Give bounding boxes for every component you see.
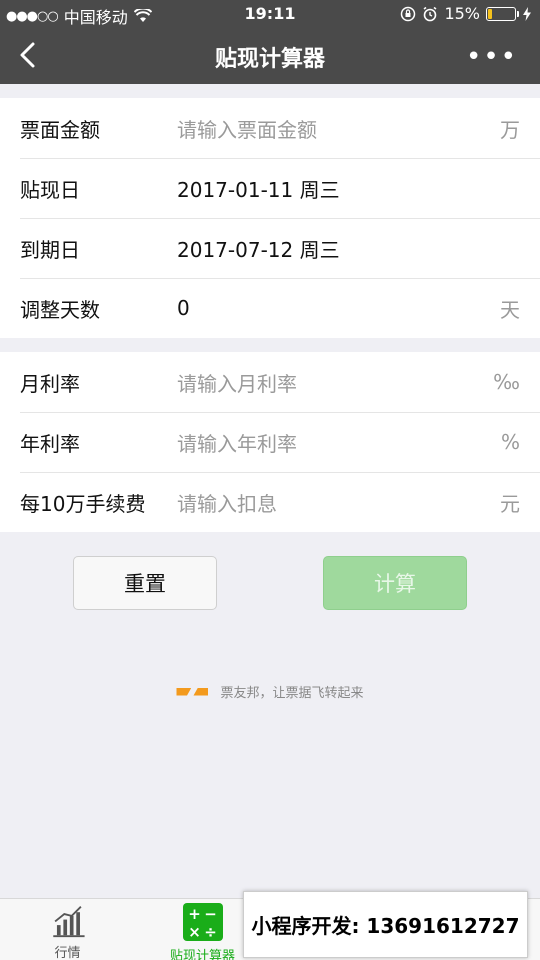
maturity-date-picker[interactable]: 2017-07-12 周三 bbox=[177, 234, 540, 263]
rotation-lock-icon bbox=[401, 6, 416, 21]
maturity-date-row[interactable]: 到期日 2017-07-12 周三 bbox=[0, 218, 540, 278]
maturity-date-label: 到期日 bbox=[20, 237, 80, 262]
slogan-text: 票友邦，让票据飞转起来 bbox=[220, 686, 364, 701]
calculator-icon: + − × ÷ bbox=[182, 903, 223, 941]
bar-chart-icon bbox=[52, 906, 85, 938]
piaoyoubang-logo-icon bbox=[176, 687, 209, 696]
discount-date-row[interactable]: 贴现日 2017-01-11 周三 bbox=[0, 158, 540, 218]
status-right: 15% bbox=[400, 4, 532, 23]
annual-rate-unit: % bbox=[500, 430, 520, 454]
more-dots-icon[interactable]: ••• bbox=[466, 42, 518, 72]
form-group-rate: 月利率 请输入月利率 ‰ 年利率 请输入年利率 % 每10万手续费 请输入扣息 … bbox=[0, 352, 540, 532]
adjust-days-input[interactable]: 0 bbox=[177, 296, 540, 320]
fee-unit: 元 bbox=[500, 491, 520, 516]
developer-contact-banner: 小程序开发: 13691612727 bbox=[243, 891, 528, 958]
discount-date-picker[interactable]: 2017-01-11 周三 bbox=[177, 174, 540, 203]
charging-icon bbox=[523, 6, 531, 21]
navigation-bar: 贴现计算器 ••• bbox=[0, 28, 540, 84]
tab-market-label: 行情 bbox=[54, 946, 81, 960]
battery-icon bbox=[486, 6, 519, 21]
monthly-rate-unit: ‰ bbox=[493, 370, 520, 394]
adjust-days-label: 调整天数 bbox=[20, 297, 100, 322]
fee-row[interactable]: 每10万手续费 请输入扣息 元 bbox=[0, 472, 540, 532]
fee-label: 每10万手续费 bbox=[20, 491, 146, 516]
tab-calculator-label: 贴现计算器 bbox=[169, 949, 235, 960]
status-bar: ●●●○○ 中国移动 19:11 15% bbox=[0, 0, 540, 28]
page-title: 贴现计算器 bbox=[214, 47, 325, 72]
monthly-rate-row[interactable]: 月利率 请输入月利率 ‰ bbox=[0, 352, 540, 412]
battery-percent: 15% bbox=[444, 4, 480, 23]
alarm-icon bbox=[423, 6, 437, 21]
adjust-days-row[interactable]: 调整天数 0 天 bbox=[0, 278, 540, 338]
adjust-days-unit: 天 bbox=[500, 297, 520, 322]
tab-market[interactable]: 行情 bbox=[0, 899, 135, 960]
monthly-rate-input[interactable]: 请输入月利率 bbox=[177, 368, 540, 397]
fee-input[interactable]: 请输入扣息 bbox=[177, 488, 540, 517]
face-amount-label: 票面金额 bbox=[20, 117, 100, 142]
discount-date-label: 贴现日 bbox=[20, 177, 80, 202]
form-group-bill: 票面金额 请输入票面金额 万 贴现日 2017-01-11 周三 到期日 201… bbox=[0, 98, 540, 338]
face-amount-input[interactable]: 请输入票面金额 bbox=[177, 114, 540, 143]
annual-rate-input[interactable]: 请输入年利率 bbox=[177, 428, 540, 457]
reset-button[interactable]: 重置 bbox=[73, 556, 217, 610]
monthly-rate-label: 月利率 bbox=[20, 371, 80, 396]
calculate-button[interactable]: 计算 bbox=[323, 556, 467, 610]
annual-rate-label: 年利率 bbox=[20, 431, 80, 456]
battery-fill bbox=[488, 8, 492, 19]
face-amount-unit: 万 bbox=[500, 117, 520, 142]
annual-rate-row[interactable]: 年利率 请输入年利率 % bbox=[0, 412, 540, 472]
footer-slogan: 票友邦，让票据飞转起来 bbox=[0, 682, 540, 701]
face-amount-row[interactable]: 票面金额 请输入票面金额 万 bbox=[0, 98, 540, 158]
